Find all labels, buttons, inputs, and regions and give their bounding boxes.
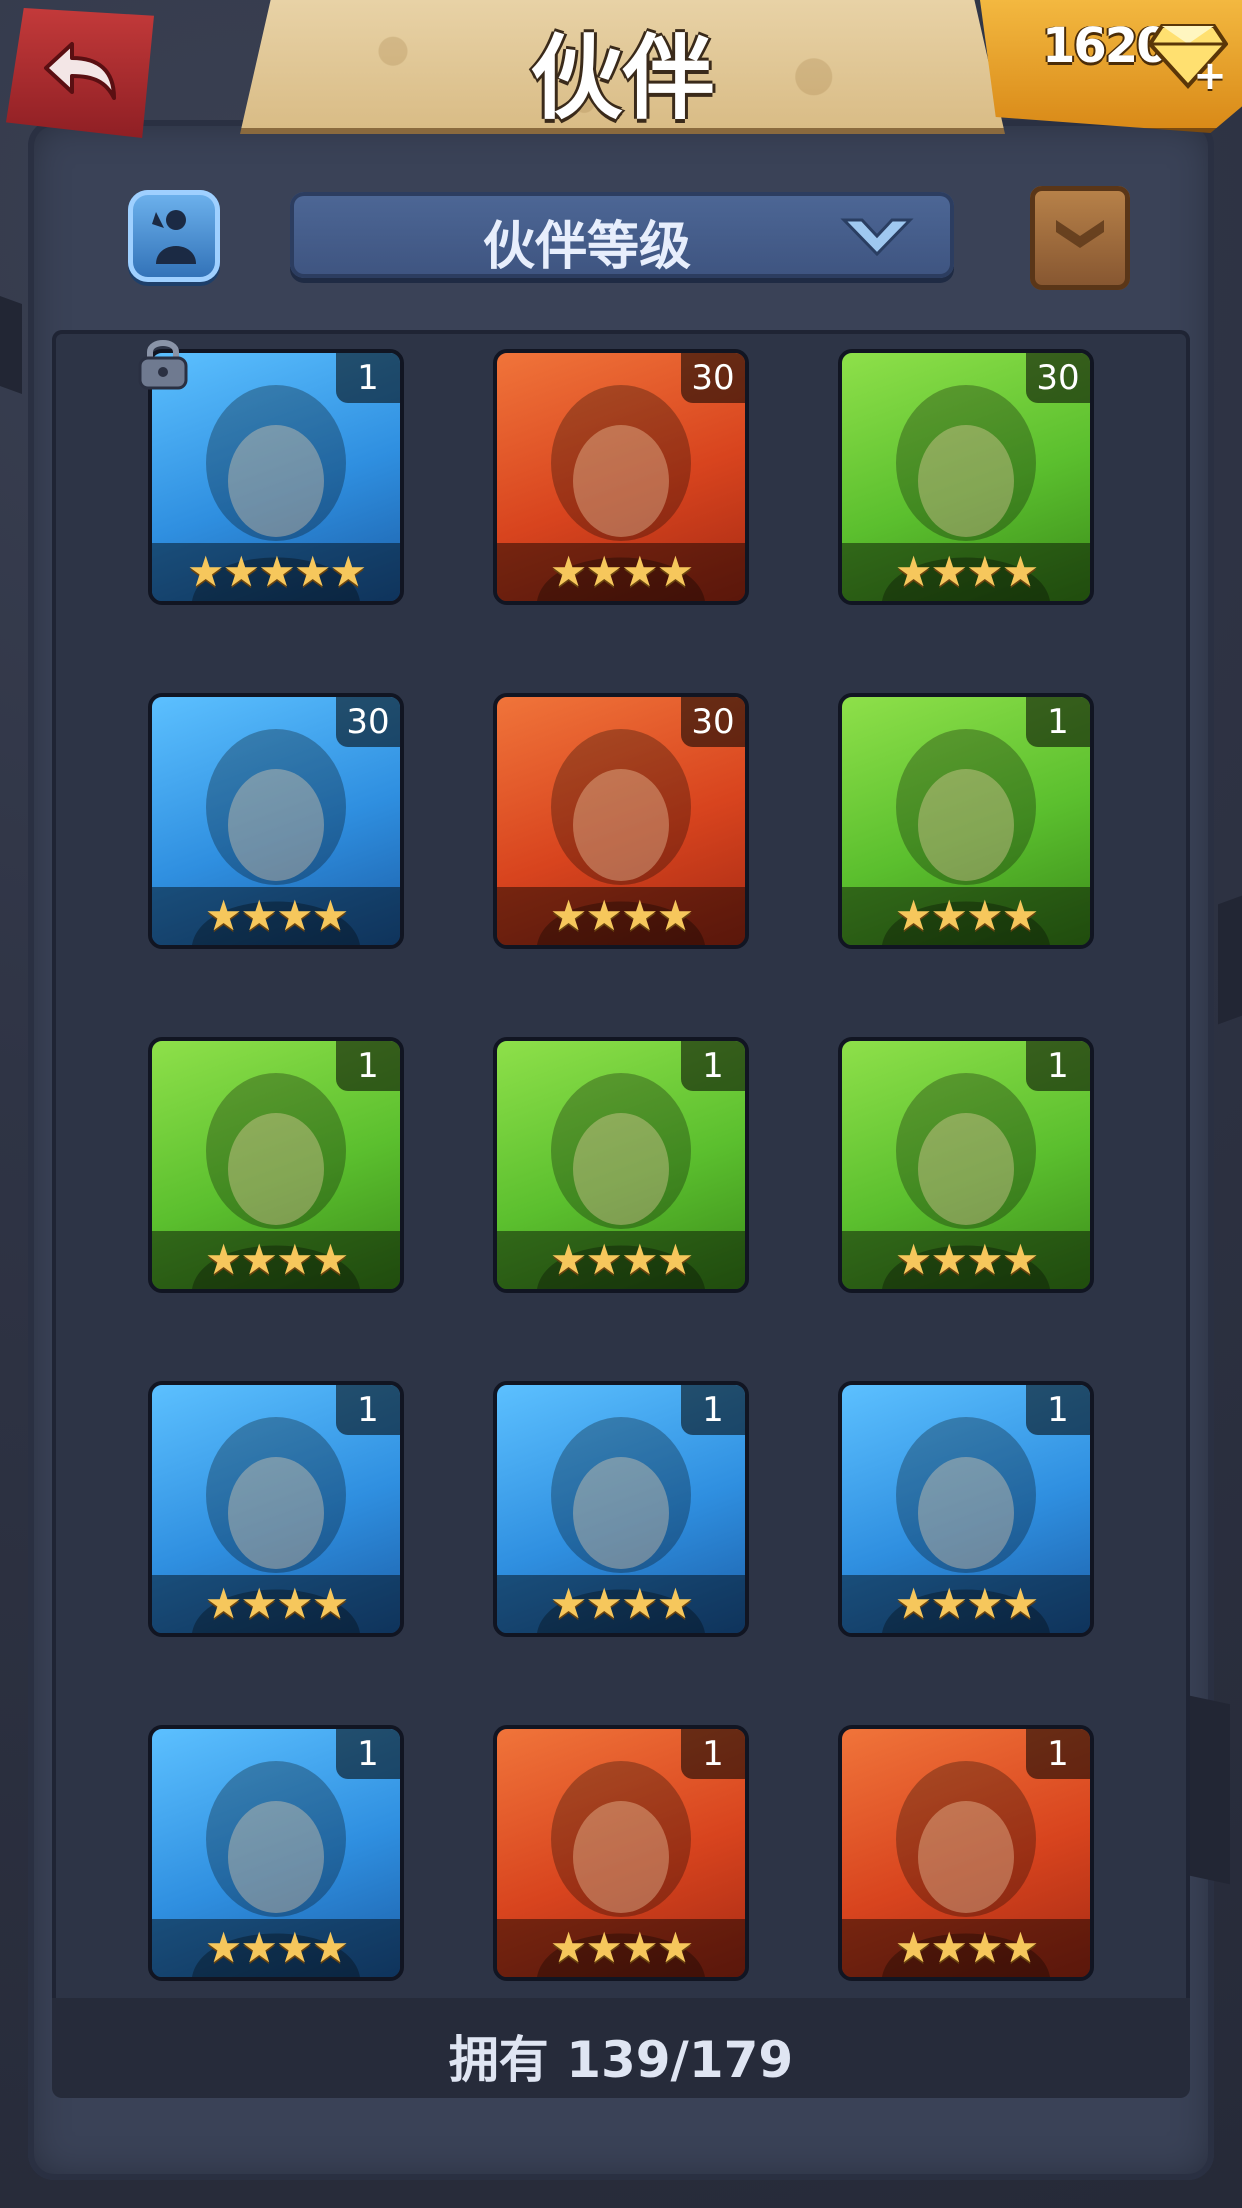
- hero-level: 1: [1026, 697, 1090, 747]
- hero-level: 30: [336, 697, 400, 747]
- hero-card-afro-green-headband[interactable]: 30 ★★★★: [838, 349, 1094, 605]
- hero-level: 1: [336, 1041, 400, 1091]
- hero-stars: ★★★★: [152, 1575, 400, 1633]
- title-banner: 伙伴: [240, 0, 1005, 134]
- hero-stars: ★★★★: [497, 1231, 745, 1289]
- hero-stars: ★★★★★: [152, 543, 400, 601]
- hero-card-red-lizard[interactable]: 1 ★★★★: [493, 1725, 749, 1981]
- sort-dropdown[interactable]: 伙伴等级: [290, 192, 954, 278]
- hero-card-brown-hair-ranger[interactable]: 30 ★★★★: [493, 693, 749, 949]
- owned-count: 拥有 139/179: [448, 2031, 794, 2089]
- hero-stars: ★★★★: [842, 887, 1090, 945]
- hero-stars: ★★★★: [497, 1575, 745, 1633]
- back-button[interactable]: [6, 8, 154, 138]
- hero-card-blue-hair-woman[interactable]: 1 ★★★★: [838, 1381, 1094, 1637]
- hero-level: 1: [1026, 1729, 1090, 1779]
- hero-level: 1: [681, 1729, 745, 1779]
- hero-stars: ★★★★: [497, 887, 745, 945]
- hero-level: 1: [681, 1385, 745, 1435]
- hero-card-green-lizard-pink-flower-2[interactable]: 1 ★★★★: [493, 1037, 749, 1293]
- hero-stars: ★★★★: [842, 543, 1090, 601]
- scroll-icon: [1056, 220, 1104, 248]
- hero-filter-button[interactable]: [128, 190, 220, 282]
- hero-card-dark-hair-warrior[interactable]: 1 ★★★★: [838, 1037, 1094, 1293]
- gem-counter[interactable]: 16202 +: [980, 0, 1242, 133]
- lock-icon: [138, 340, 188, 390]
- owned-footer: 拥有 139/179: [52, 1998, 1190, 2098]
- hero-stars: ★★★★: [842, 1919, 1090, 1977]
- chevron-down-icon: [840, 218, 914, 257]
- hero-level: 1: [1026, 1041, 1090, 1091]
- hero-card-goblin[interactable]: 1 ★★★★: [838, 693, 1094, 949]
- crack: [1218, 895, 1242, 1025]
- hero-level: 30: [1026, 353, 1090, 403]
- hero-card-long-hair-man[interactable]: 1 ★★★★: [838, 1725, 1094, 1981]
- crack: [1190, 1695, 1230, 1885]
- add-gems-icon[interactable]: +: [1192, 56, 1228, 96]
- hero-stars: ★★★★: [152, 887, 400, 945]
- hero-stars: ★★★★: [152, 1231, 400, 1289]
- hero-card-afro-red-headband[interactable]: 30 ★★★★: [493, 349, 749, 605]
- map-scroll-button[interactable]: [1030, 186, 1130, 290]
- back-arrow-icon: [44, 42, 116, 100]
- hero-stars: ★★★★: [497, 543, 745, 601]
- hero-card-blue-lizard[interactable]: 1 ★★★★: [148, 1381, 404, 1637]
- silhouette-icon: [152, 210, 196, 264]
- hero-level: 1: [336, 1729, 400, 1779]
- hero-card-dark-ponytail-woman[interactable]: 1 ★★★★: [148, 1725, 404, 1981]
- hero-stars: ★★★★: [497, 1919, 745, 1977]
- hero-level: 1: [681, 1041, 745, 1091]
- crack: [0, 295, 22, 395]
- hero-level: 30: [681, 697, 745, 747]
- hero-level: 1: [336, 353, 400, 403]
- hero-card-blue-wolf[interactable]: 30 ★★★★: [148, 693, 404, 949]
- hero-stars: ★★★★: [842, 1575, 1090, 1633]
- hero-level: 30: [681, 353, 745, 403]
- page-title: 伙伴: [530, 25, 715, 132]
- hero-level: 1: [1026, 1385, 1090, 1435]
- sort-dropdown-label: 伙伴等级: [482, 217, 691, 277]
- hero-card-green-lizard-pink-flower[interactable]: 1 ★★★★: [148, 1037, 404, 1293]
- hero-level: 1: [336, 1385, 400, 1435]
- hero-card-scarecrow-witch[interactable]: 1 ★★★★: [493, 1381, 749, 1637]
- hero-stars: ★★★★: [152, 1919, 400, 1977]
- hero-stars: ★★★★: [842, 1231, 1090, 1289]
